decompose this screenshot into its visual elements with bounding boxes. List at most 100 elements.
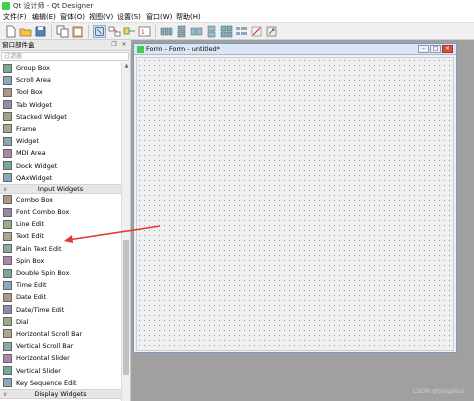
category-label: Input Widgets — [37, 184, 84, 193]
category-input-widgets[interactable]: ∨ Input Widgets — [0, 183, 121, 194]
date-time-edit-icon — [3, 305, 12, 315]
widget-item-label: Key Sequence Edit — [16, 378, 77, 387]
category-display-widgets[interactable]: ∨ Display Widgets — [0, 388, 121, 399]
widget-item-label: Vertical Slider — [16, 366, 61, 375]
menu-file[interactable]: 文件(F) — [3, 13, 27, 22]
dock-widget-icon — [3, 161, 12, 170]
widget-item-label: Date Edit — [16, 293, 47, 302]
widget-item-combo-box[interactable]: Combo Box — [0, 194, 121, 206]
widget-item-line-edit[interactable]: Line Edit — [0, 218, 121, 230]
widget-item-label: Group Box — [16, 64, 50, 72]
line-edit-icon — [3, 219, 12, 229]
frame-icon — [3, 124, 12, 134]
widget-item-dock-widget[interactable]: Dock Widget — [0, 160, 121, 172]
widget-item-label: Time Edit — [16, 281, 47, 290]
menu-help[interactable]: 帮助(H) — [176, 13, 201, 22]
menu-view[interactable]: 视图(V) — [89, 13, 113, 22]
widget-item-group-box[interactable]: Group Box — [0, 62, 121, 74]
paste-icon[interactable] — [71, 25, 84, 38]
widget-item-horizontal-slider[interactable]: Horizontal Slider — [0, 352, 121, 364]
adjust-size-icon[interactable] — [265, 25, 278, 38]
widget-item-tool-box[interactable]: Tool Box — [0, 86, 121, 98]
form-canvas[interactable] — [136, 57, 454, 351]
open-folder-icon[interactable] — [19, 25, 32, 38]
widget-item-stacked-widget[interactable]: Stacked Widget — [0, 111, 121, 123]
scroll-up-icon[interactable]: ▲ — [122, 62, 131, 70]
scrollbar-thumb[interactable] — [123, 240, 129, 375]
edit-widgets-icon[interactable] — [93, 25, 106, 38]
spin-box-icon — [3, 256, 12, 266]
widget-item-label: Dial — [16, 317, 29, 326]
widget-item-key-sequence-edit[interactable]: Key Sequence Edit — [0, 377, 121, 389]
widget-item-label: Plain Text Edit — [16, 244, 62, 253]
edit-tab-order-icon[interactable]: 1 — [138, 25, 151, 38]
widget-item-qaxwidget[interactable]: QAxWidget — [0, 172, 121, 184]
date-edit-icon — [3, 292, 12, 302]
copy-icon[interactable] — [56, 25, 69, 38]
layout-splitter-h-icon[interactable] — [190, 25, 203, 38]
widget-item-vertical-slider[interactable]: Vertical Slider — [0, 365, 121, 377]
widget-list: Group Box Scroll Area Tool Box Tab Widget St… — [0, 62, 121, 401]
tab-widget-icon — [3, 100, 12, 110]
layout-horizontal-icon[interactable] — [160, 25, 173, 38]
combo-box-icon — [3, 195, 12, 205]
horizontal-scroll-bar-icon — [3, 329, 12, 339]
widget-item-dial[interactable]: Dial — [0, 316, 121, 328]
plain-text-edit-icon — [3, 244, 12, 254]
widget-item-frame[interactable]: Frame — [0, 123, 121, 135]
layout-grid-icon[interactable] — [220, 25, 233, 38]
widget-item-scroll-area[interactable]: Scroll Area — [0, 74, 121, 86]
menu-window[interactable]: 窗口(W) — [146, 13, 172, 22]
form-icon — [137, 46, 144, 53]
widget-item-label: Scroll Area — [16, 76, 51, 85]
edit-buddies-icon[interactable] — [123, 25, 136, 38]
widget-item-date-time-edit[interactable]: Date/Time Edit — [0, 304, 121, 316]
maximize-icon[interactable]: □ — [430, 45, 441, 53]
layout-form-icon[interactable] — [235, 25, 248, 38]
widget-item-label: Tab Widget — [16, 100, 52, 109]
menu-edit[interactable]: 编辑(E) — [32, 13, 56, 22]
widget-item-double-spin-box[interactable]: Double Spin Box — [0, 267, 121, 279]
widget-item-tab-widget[interactable]: Tab Widget — [0, 99, 121, 111]
dock-float-icon[interactable]: ❐ — [110, 41, 118, 49]
widget-item-time-edit[interactable]: Time Edit — [0, 279, 121, 291]
widget-item-text-edit[interactable]: Text Edit — [0, 230, 121, 242]
vertical-slider-icon — [3, 366, 12, 375]
widget-item-label: Widget — [16, 137, 39, 146]
layout-vertical-icon[interactable] — [175, 25, 188, 38]
dock-close-icon[interactable]: ✕ — [120, 41, 128, 49]
widget-item-vertical-scroll-bar[interactable]: Vertical Scroll Bar — [0, 340, 121, 352]
widget-item-label: Tool Box — [16, 88, 43, 97]
widget-item-label: Spin Box — [16, 256, 45, 265]
widget-item-horizontal-scroll-bar[interactable]: Horizontal Scroll Bar — [0, 328, 121, 340]
widget-item-label: Frame — [16, 124, 37, 133]
widget-item-widget[interactable]: Widget — [0, 135, 121, 147]
widget-item-mdi-area[interactable]: MDI Area — [0, 147, 121, 159]
window-title: Qt 设计师 - Qt Designer — [13, 2, 94, 10]
widget-filter-input[interactable]: 过滤器 — [1, 52, 129, 61]
new-file-icon[interactable] — [4, 25, 17, 38]
widget-item-date-edit[interactable]: Date Edit — [0, 291, 121, 303]
widget-icon — [3, 136, 12, 146]
edit-signals-slots-icon[interactable] — [108, 25, 121, 38]
widget-box-dock: 窗口部件盒 ❐ ✕ 过滤器 Group Box Scroll Area Tool B… — [0, 40, 131, 401]
close-icon[interactable]: × — [442, 45, 453, 53]
layout-splitter-v-icon[interactable] — [205, 25, 218, 38]
menu-settings[interactable]: 设置(S) — [117, 13, 141, 22]
minimize-icon[interactable]: – — [418, 45, 429, 53]
widget-item-label: Vertical Scroll Bar — [16, 342, 74, 351]
widget-item-label: Horizontal Slider — [16, 354, 70, 363]
mdi-area-icon — [3, 148, 12, 158]
widget-item-label: Stacked Widget — [16, 112, 67, 121]
widget-item-plain-text-edit[interactable]: Plain Text Edit — [0, 243, 121, 255]
save-icon[interactable] — [34, 25, 47, 38]
menu-form[interactable]: 窗体(O) — [60, 13, 85, 22]
widget-list-scrollbar[interactable]: ▲ — [121, 62, 130, 401]
break-layout-icon[interactable] — [250, 25, 263, 38]
scroll-area-icon — [3, 75, 12, 85]
widget-item-label: MDI Area — [16, 149, 46, 158]
widget-item-label: Line Edit — [16, 220, 45, 229]
widget-box-title-bar: 窗口部件盒 ❐ ✕ — [0, 40, 131, 51]
widget-item-font-combo-box[interactable]: Font Combo Box — [0, 206, 121, 218]
widget-item-spin-box[interactable]: Spin Box — [0, 255, 121, 267]
